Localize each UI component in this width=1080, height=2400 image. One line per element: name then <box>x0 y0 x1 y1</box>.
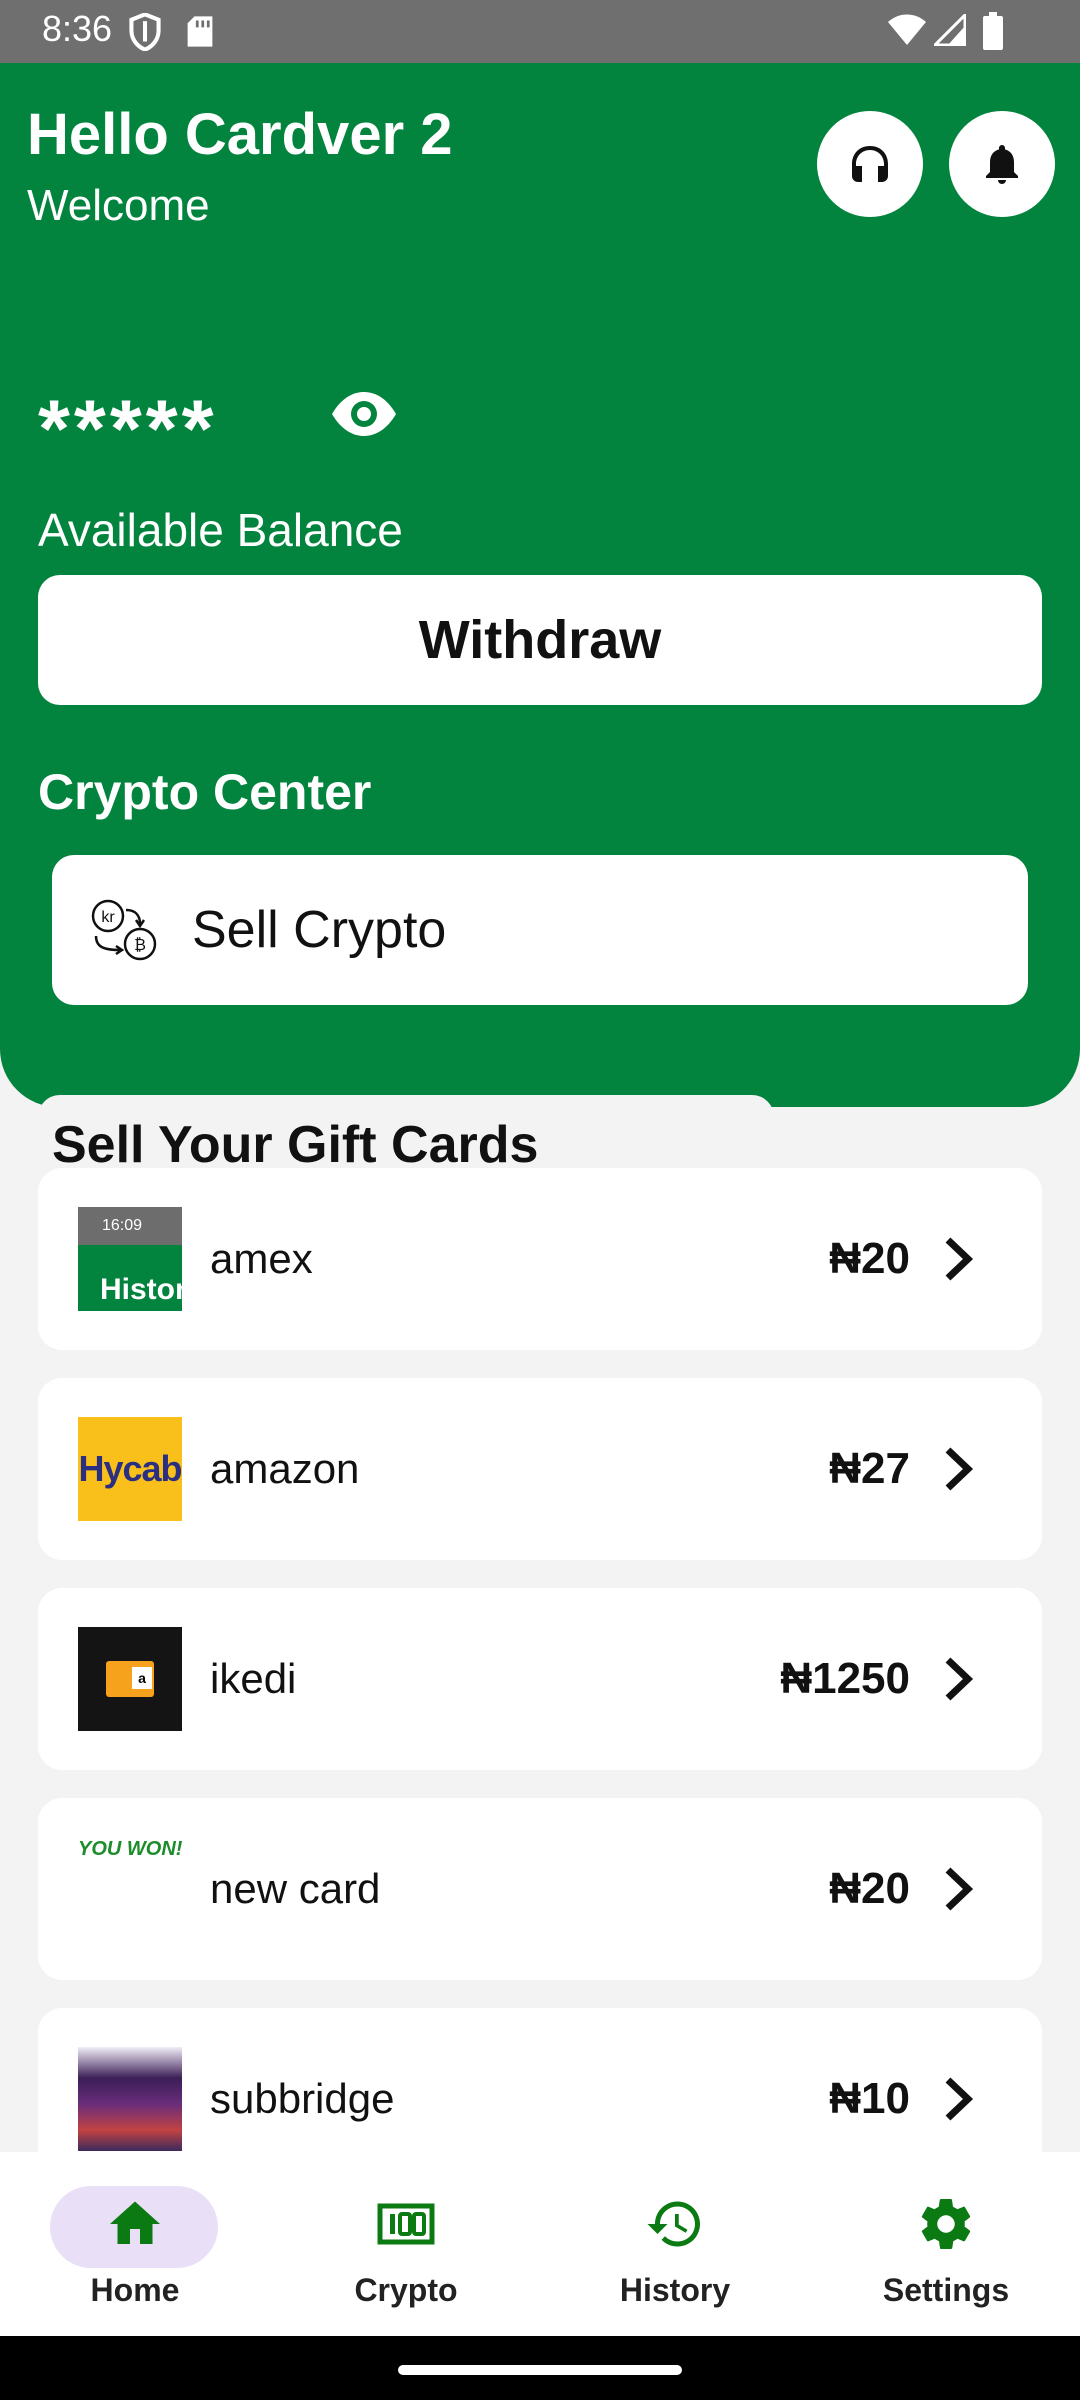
gift-card-item-subbridge[interactable]: subbridge ₦10 <box>38 2008 1042 2152</box>
chevron-right-icon <box>945 1447 974 1491</box>
chevron-right-icon <box>945 1867 974 1911</box>
card-price: ₦10 <box>829 2074 910 2123</box>
thumb-text: Hycab <box>78 1448 182 1489</box>
bottom-navigation: Home Crypto History Settings <box>0 2152 1080 2336</box>
home-gesture-handle[interactable] <box>398 2365 682 2375</box>
nav-home[interactable]: Home <box>35 2182 235 2322</box>
header-panel: Hello Cardver 2 Welcome ***** Available … <box>0 63 1080 1175</box>
nav-label: Crypto <box>354 2272 458 2308</box>
card-price: ₦27 <box>829 1444 910 1493</box>
system-gesture-bar <box>0 2336 1080 2400</box>
card-thumbnail: YOU WON! <box>78 1838 182 1942</box>
sd-card-icon <box>187 16 213 47</box>
balance-label: Available Balance <box>38 504 403 556</box>
chevron-right-icon <box>945 1237 974 1281</box>
crypto-center-heading: Crypto Center <box>38 764 372 820</box>
notifications-button[interactable] <box>949 111 1055 217</box>
card-name: amex <box>210 1235 313 1282</box>
gift-card-item-amex[interactable]: 16:09 Histor amex ₦20 <box>38 1168 1042 1350</box>
svg-text:kr: kr <box>101 909 115 926</box>
card-price: ₦20 <box>829 1234 910 1283</box>
thumb-text: a <box>132 1667 152 1689</box>
card-name: new card <box>210 1865 381 1912</box>
bell-icon <box>986 145 1018 184</box>
nav-crypto[interactable]: Crypto <box>306 2182 506 2322</box>
card-name: amazon <box>210 1445 360 1492</box>
status-bar: 8:36 <box>0 0 1080 63</box>
nav-label: Settings <box>882 2272 1010 2308</box>
nav-history[interactable]: History <box>575 2182 775 2322</box>
nav-label: History <box>619 2272 731 2308</box>
gift-card-item-new-card[interactable]: YOU WON! new card ₦20 <box>38 1798 1042 1980</box>
gift-card-item-ikedi[interactable]: a ikedi ₦1250 <box>38 1588 1042 1770</box>
currency-exchange-icon: kr ₿ <box>91 899 157 961</box>
nav-settings[interactable]: Settings <box>846 2182 1046 2322</box>
gift-card-list[interactable]: 16:09 Histor amex ₦20 Hycab amazon ₦27 a… <box>38 1168 1042 2152</box>
wifi-icon <box>888 14 926 45</box>
gear-icon <box>921 2199 971 2249</box>
card-thumbnail: 16:09 Histor <box>78 1207 182 1311</box>
signal-icon <box>934 14 966 46</box>
card-thumbnail: a <box>78 1627 182 1731</box>
nav-label: Home <box>90 2272 180 2308</box>
shield-icon <box>129 13 161 51</box>
withdraw-button[interactable]: Withdraw <box>38 575 1042 705</box>
greeting-title: Hello Cardver 2 <box>27 102 453 167</box>
card-price: ₦1250 <box>780 1654 910 1703</box>
eye-icon[interactable] <box>330 389 398 439</box>
sell-crypto-label: Sell Crypto <box>192 901 447 959</box>
card-price: ₦20 <box>829 1864 910 1913</box>
status-time: 8:36 <box>42 8 113 49</box>
support-button[interactable] <box>817 111 923 217</box>
chevron-right-icon <box>945 2077 974 2121</box>
card-name: ikedi <box>210 1655 297 1702</box>
thumb-text: Histor <box>100 1273 182 1306</box>
chevron-right-icon <box>945 1657 974 1701</box>
svg-text:₿: ₿ <box>134 936 146 954</box>
balance-value: ***** <box>38 384 218 475</box>
gift-cards-heading: Sell Your Gift Cards <box>38 1095 774 1175</box>
crypto-100-icon <box>377 2203 435 2245</box>
card-name: subbridge <box>210 2075 395 2122</box>
card-thumbnail: Hycab <box>78 1417 182 1521</box>
greeting-subtitle: Welcome <box>27 181 210 230</box>
battery-icon <box>983 12 1003 50</box>
gift-card-item-amazon[interactable]: Hycab amazon ₦27 <box>38 1378 1042 1560</box>
thumb-time: 16:09 <box>78 1207 182 1245</box>
history-icon <box>647 2201 700 2247</box>
home-icon <box>110 2201 160 2244</box>
headphones-icon <box>852 146 888 182</box>
card-thumbnail <box>78 2047 182 2151</box>
sell-crypto-button[interactable]: kr ₿ Sell Crypto <box>52 855 1028 1005</box>
thumb-text: YOU WON! <box>78 1838 182 1860</box>
